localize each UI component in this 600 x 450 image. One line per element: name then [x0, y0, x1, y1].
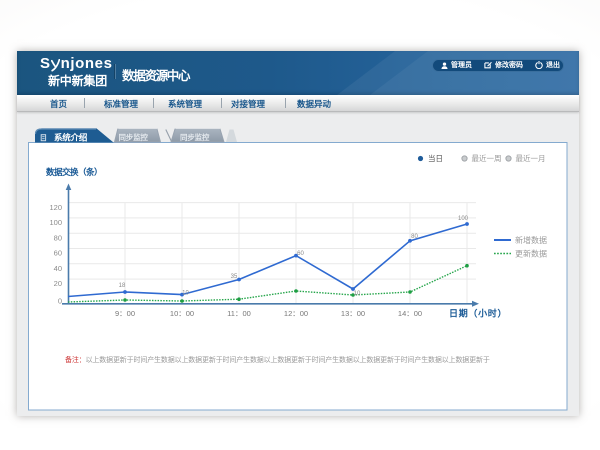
- svg-text:更新数据: 更新数据: [515, 249, 547, 259]
- svg-text:11：00: 11：00: [227, 309, 251, 318]
- svg-text:10: 10: [354, 291, 361, 297]
- svg-text:100: 100: [458, 216, 469, 222]
- svg-text:10: 10: [182, 291, 189, 297]
- svg-text:20: 20: [54, 279, 62, 288]
- svg-text:同步监控: 同步监控: [119, 132, 149, 142]
- svg-text:最近一周: 最近一周: [472, 153, 502, 163]
- svg-text:14：00: 14：00: [398, 309, 422, 318]
- svg-text:100: 100: [49, 218, 62, 227]
- svg-text:数据交换（条）: 数据交换（条）: [46, 167, 102, 177]
- svg-text:最近一月: 最近一月: [516, 153, 546, 163]
- svg-text:18: 18: [119, 283, 126, 289]
- svg-text:12：00: 12：00: [284, 309, 308, 318]
- svg-text:80: 80: [54, 234, 62, 243]
- svg-text:0: 0: [58, 297, 62, 306]
- svg-text:13：00: 13：00: [341, 309, 365, 318]
- svg-text:60: 60: [297, 251, 304, 257]
- svg-text:35: 35: [231, 274, 238, 280]
- svg-text:120: 120: [49, 203, 62, 212]
- svg-text:日期（小时）: 日期（小时）: [449, 308, 507, 319]
- svg-text:9：00: 9：00: [115, 309, 135, 318]
- svg-text:60: 60: [54, 249, 62, 258]
- svg-text:40: 40: [54, 264, 62, 273]
- svg-text:10：00: 10：00: [170, 309, 194, 318]
- svg-text:同步监控: 同步监控: [180, 132, 210, 142]
- svg-text:当日: 当日: [428, 153, 443, 163]
- svg-text:80: 80: [411, 234, 418, 240]
- svg-text:新增数据: 新增数据: [515, 235, 547, 245]
- svg-text:系统介绍: 系统介绍: [54, 133, 88, 143]
